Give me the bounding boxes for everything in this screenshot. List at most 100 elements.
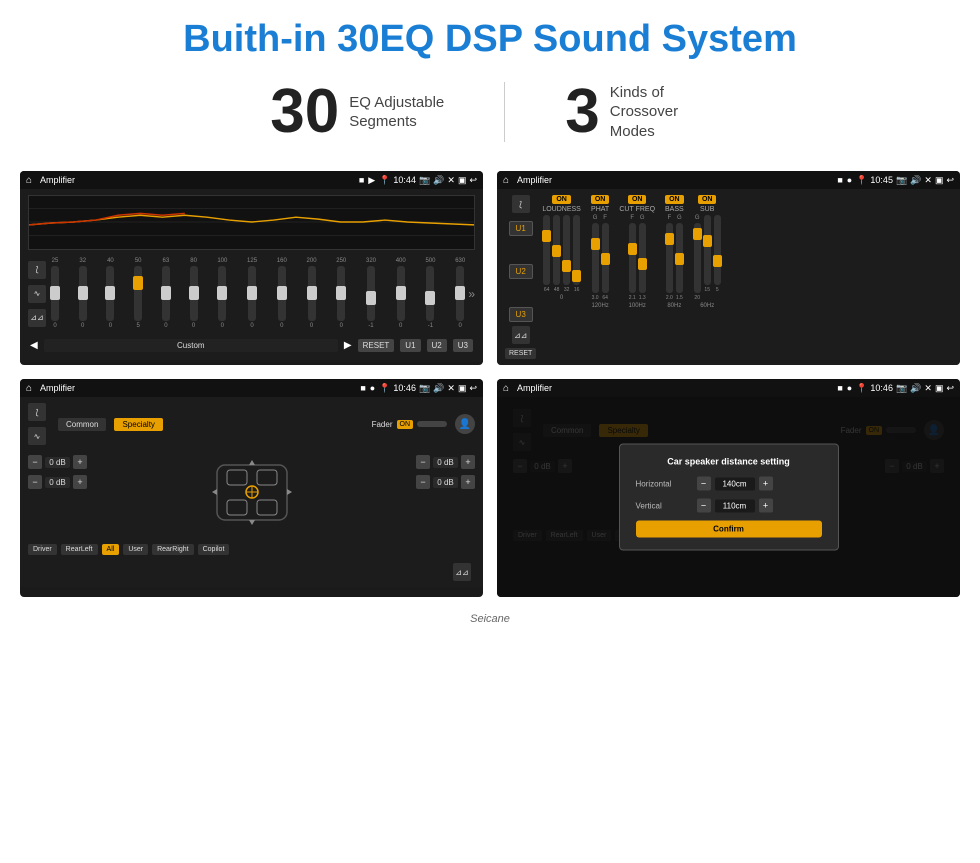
confirm-button[interactable]: Confirm — [636, 521, 822, 538]
thumb-500[interactable] — [425, 291, 435, 305]
user-button[interactable]: User — [123, 544, 148, 555]
loud-thumb[interactable] — [542, 230, 551, 242]
crossover-content: ⟅ U1 U2 U3 ⊿⊿ RESET ON — [497, 189, 960, 365]
cut-thumb[interactable] — [628, 243, 637, 255]
u2-button[interactable]: U2 — [509, 264, 533, 279]
cross-reset-button[interactable]: RESET — [505, 348, 536, 359]
vertical-plus-btn[interactable]: + — [759, 499, 773, 513]
loud-thumb-4[interactable] — [572, 270, 581, 282]
vertical-ctrl: − 110cm + — [697, 499, 773, 513]
eq-slider-50: 50 5 — [134, 258, 142, 329]
avatar-icon[interactable]: 👤 — [455, 414, 475, 434]
filter-icon-2[interactable]: ⟅ — [512, 195, 530, 213]
home-icon-2[interactable]: ⌂ — [503, 175, 509, 186]
sub-thumb-2[interactable] — [703, 235, 712, 247]
rl-minus-btn[interactable]: − — [28, 475, 42, 489]
cut-thumb-2[interactable] — [638, 258, 647, 270]
tab-specialty[interactable]: Specialty — [114, 418, 162, 431]
driver-button[interactable]: Driver — [28, 544, 57, 555]
loud-thumb-3[interactable] — [562, 260, 571, 272]
status-icons-1: 📍 10:44 📷 🔊 ✕ ▣ ↩ — [379, 175, 477, 186]
eq-more-icon[interactable]: » — [468, 287, 475, 301]
speaker-layout: − 0 dB + − 0 dB + — [28, 451, 475, 534]
eq-prev-button[interactable]: ◀ — [30, 340, 38, 351]
sub-thumb[interactable] — [693, 228, 702, 240]
volume-icon-1: 🔊 — [433, 175, 444, 186]
vertical-minus-btn[interactable]: − — [697, 499, 711, 513]
eq-u3-button[interactable]: U3 — [453, 339, 473, 352]
thumb-250[interactable] — [336, 286, 346, 300]
eq-wave-icon[interactable]: ∿ — [28, 285, 46, 303]
thumb-320[interactable] — [366, 291, 376, 305]
eq-slider-160: 160 0 — [277, 258, 287, 329]
screen-eq: ⌂ Amplifier ■ ▶ 📍 10:44 📷 🔊 ✕ ▣ ↩ — [20, 171, 483, 365]
thumb-80[interactable] — [189, 286, 199, 300]
thumb-40[interactable] — [105, 286, 115, 300]
thumb-32[interactable] — [78, 286, 88, 300]
eq-u2-button[interactable]: U2 — [427, 339, 447, 352]
cutfreq-sliders: F 2.1 G 1.3 — [629, 215, 646, 301]
thumb-63[interactable] — [161, 286, 171, 300]
eq-slider-500: 500 -1 — [425, 258, 435, 329]
thumb-100[interactable] — [217, 286, 227, 300]
u1-button[interactable]: U1 — [509, 221, 533, 236]
thumb-125[interactable] — [247, 286, 257, 300]
phat-freq: 120Hz — [591, 303, 608, 309]
eq-graph — [28, 195, 475, 250]
rr-plus-btn[interactable]: + — [461, 475, 475, 489]
thumb-200[interactable] — [307, 286, 317, 300]
eq-vol-icon[interactable]: ⊿⊿ — [28, 309, 46, 327]
thumb-400[interactable] — [396, 286, 406, 300]
thumb-50[interactable] — [133, 276, 143, 290]
tab-common[interactable]: Common — [58, 418, 106, 431]
fr-plus-btn[interactable]: + — [461, 455, 475, 469]
fl-minus-btn[interactable]: − — [28, 455, 42, 469]
bass-thumb-2[interactable] — [675, 253, 684, 265]
eq-reset-button[interactable]: RESET — [358, 339, 395, 352]
eq-u1-button[interactable]: U1 — [400, 339, 420, 352]
horizontal-label: Horizontal — [636, 479, 691, 488]
sub-thumb-3[interactable] — [713, 255, 722, 267]
time-2: 10:45 — [870, 175, 893, 185]
home-icon-3[interactable]: ⌂ — [26, 383, 32, 394]
rearright-button[interactable]: RearRight — [152, 544, 194, 555]
eq-next-button[interactable]: ▶ — [344, 340, 352, 351]
thumb-630[interactable] — [455, 286, 465, 300]
thumb-160[interactable] — [277, 286, 287, 300]
horizontal-minus-btn[interactable]: − — [697, 477, 711, 491]
play-icon-1: ▶ — [368, 175, 375, 186]
copilot-button[interactable]: Copilot — [198, 544, 230, 555]
rl-plus-btn[interactable]: + — [73, 475, 87, 489]
u-buttons-col: ⟅ U1 U2 U3 ⊿⊿ RESET — [505, 195, 536, 359]
vol-icon-2[interactable]: ⊿⊿ — [512, 326, 530, 344]
home-icon-1[interactable]: ⌂ — [26, 175, 32, 186]
wave-icon-3[interactable]: ∿ — [28, 427, 46, 445]
record-icon-4: ■ — [837, 383, 842, 393]
eq-filter-icon[interactable]: ⟅ — [28, 261, 46, 279]
loud-thumb-2[interactable] — [552, 245, 561, 257]
phat-thumb[interactable] — [591, 238, 600, 250]
bass-thumb[interactable] — [665, 233, 674, 245]
vol-icon-3[interactable]: ⊿⊿ — [453, 563, 471, 581]
fl-plus-btn[interactable]: + — [73, 455, 87, 469]
fader-track[interactable] — [417, 421, 447, 427]
u3-button[interactable]: U3 — [509, 307, 533, 322]
fr-minus-btn[interactable]: − — [416, 455, 430, 469]
cutfreq-label: CUT FREQ — [619, 206, 655, 213]
volume-icon-3: 🔊 — [433, 383, 444, 394]
horizontal-plus-btn[interactable]: + — [759, 477, 773, 491]
phat-thumb-2[interactable] — [601, 253, 610, 265]
filter-icon-3[interactable]: ⟅ — [28, 403, 46, 421]
thumb-25[interactable] — [50, 286, 60, 300]
rearleft-button[interactable]: RearLeft — [61, 544, 98, 555]
fr-db-val: 0 dB — [433, 457, 458, 468]
horizontal-ctrl: − 140cm + — [697, 477, 773, 491]
rr-minus-btn[interactable]: − — [416, 475, 430, 489]
back-icon-3: ↩ — [469, 383, 477, 394]
eq-slider-25: 25 0 — [51, 258, 59, 329]
all-button[interactable]: All — [102, 544, 120, 555]
channel-phat: ON PHAT G 3.0 F 64 — [591, 195, 610, 359]
status-bar-1: ⌂ Amplifier ■ ▶ 📍 10:44 📷 🔊 ✕ ▣ ↩ — [20, 171, 483, 189]
home-icon-4[interactable]: ⌂ — [503, 383, 509, 394]
cut-freq: 100Hz — [629, 303, 646, 309]
